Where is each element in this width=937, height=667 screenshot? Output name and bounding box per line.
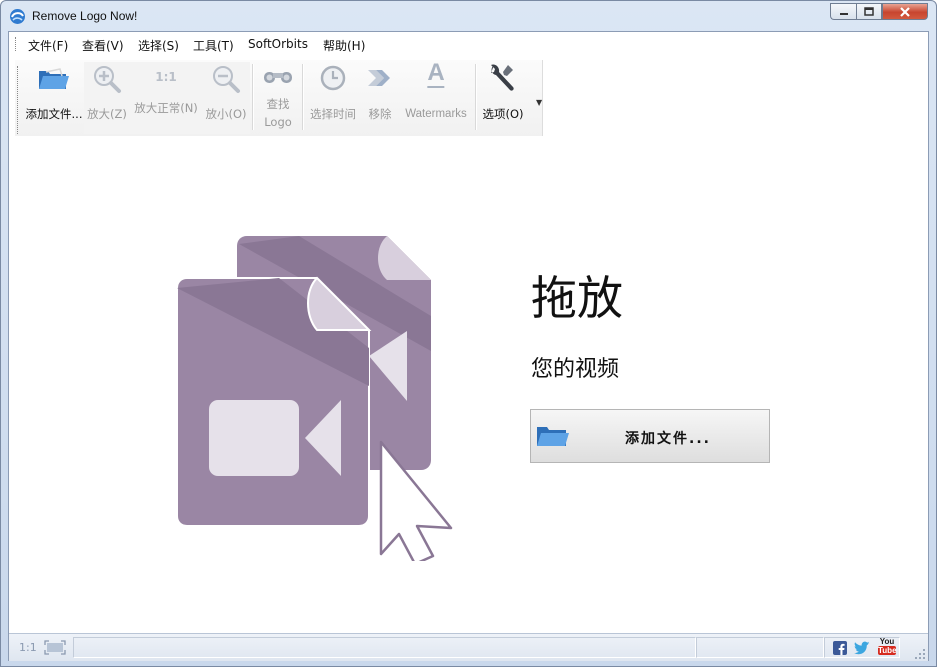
find-logo-label-1: 查找	[266, 97, 290, 111]
status-panel-secondary	[696, 637, 824, 658]
zoom-out-icon	[213, 66, 240, 93]
zoom-out-label: 放小(O)	[205, 107, 247, 121]
window-title: Remove Logo Now!	[32, 9, 138, 23]
options-button[interactable]: 选项(O)	[478, 60, 528, 132]
folder-open-icon	[39, 68, 69, 89]
zoom-out-button[interactable]: 放小(O)	[203, 60, 249, 132]
menu-view[interactable]: 查看(V)	[82, 37, 124, 54]
menu-select[interactable]: 选择(S)	[138, 37, 179, 54]
maximize-button[interactable]	[856, 3, 882, 20]
menu-help[interactable]: 帮助(H)	[323, 37, 365, 54]
toolbar: 添加文件... 放大(Z) 1:1 放大正常(N) 放小(O) 查找 Logo …	[15, 60, 543, 136]
drop-video-illustration	[176, 236, 453, 561]
close-button[interactable]	[882, 3, 928, 20]
resize-grip-icon[interactable]	[914, 648, 926, 660]
options-label: 选项(O)	[482, 107, 524, 121]
facebook-icon[interactable]	[833, 641, 847, 655]
client-area: 文件(F) 查看(V) 选择(S) 工具(T) SoftOrbits 帮助(H)…	[8, 31, 929, 661]
binoculars-icon	[264, 72, 292, 83]
close-icon	[900, 6, 910, 17]
fit-to-window-icon[interactable]	[44, 640, 66, 655]
app-logo-icon	[10, 9, 25, 24]
title-bar[interactable]: Remove Logo Now!	[1, 1, 936, 31]
add-files-button[interactable]: 添加文件...	[530, 409, 770, 463]
watermark-a-icon: A	[427, 59, 445, 88]
watermarks-button[interactable]: A Watermarks	[399, 60, 473, 132]
zoom-in-icon	[94, 66, 121, 93]
maximize-icon	[864, 7, 874, 16]
toolbar-separator	[302, 64, 304, 130]
watermarks-label: Watermarks	[405, 108, 467, 120]
zoom-normal-label: 放大正常(N)	[134, 101, 198, 115]
menu-tools[interactable]: 工具(T)	[193, 37, 234, 54]
remove-label: 移除	[368, 107, 392, 121]
add-files-label: 添加文件...	[25, 107, 83, 121]
remove-button[interactable]: 移除	[361, 60, 399, 132]
toolbar-grip[interactable]	[17, 66, 20, 134]
menu-grip[interactable]	[15, 37, 18, 51]
minimize-icon	[839, 12, 848, 15]
status-panel-main	[73, 637, 696, 658]
add-files-button-label: 添加文件...	[625, 431, 711, 447]
menu-bar: 文件(F) 查看(V) 选择(S) 工具(T) SoftOrbits 帮助(H)	[9, 32, 928, 56]
zoom-normal-button[interactable]: 1:1 放大正常(N)	[131, 60, 201, 132]
menu-file[interactable]: 文件(F)	[28, 37, 68, 54]
wrench-icon	[491, 64, 514, 91]
toolbar-separator	[252, 64, 254, 130]
drop-subtitle: 您的视频	[531, 357, 620, 382]
forward-arrow-icon	[368, 70, 390, 86]
find-logo-label-2: Logo	[264, 115, 292, 129]
minimize-button[interactable]	[830, 3, 856, 20]
add-files-toolbar-button[interactable]: 添加文件...	[21, 60, 87, 132]
zoom-in-button[interactable]: 放大(Z)	[85, 60, 129, 132]
twitter-icon[interactable]	[854, 641, 870, 655]
toolbar-separator	[475, 64, 477, 130]
select-time-label: 选择时间	[310, 107, 356, 121]
drop-title: 拖放	[531, 271, 623, 325]
menu-softorbits[interactable]: SoftOrbits	[248, 37, 308, 51]
clock-icon	[320, 65, 346, 91]
status-bar: 1:1 You Tube	[9, 633, 928, 661]
app-window: Remove Logo Now! 文件(F) 查看(V) 选择(S) 工具(T)…	[0, 0, 937, 667]
toolbar-overflow-icon[interactable]: ▼	[536, 98, 542, 107]
youtube-icon-text-bottom: Tube	[878, 646, 897, 655]
youtube-icon-text-top: You	[879, 637, 895, 646]
zoom-normal-icon: 1:1	[155, 70, 177, 84]
youtube-icon[interactable]: You Tube	[878, 637, 897, 655]
zoom-in-label: 放大(Z)	[87, 107, 127, 121]
select-time-button[interactable]: 选择时间	[305, 60, 361, 132]
find-logo-button[interactable]: 查找 Logo	[256, 60, 300, 132]
zoom-ratio-label[interactable]: 1:1	[19, 641, 37, 654]
